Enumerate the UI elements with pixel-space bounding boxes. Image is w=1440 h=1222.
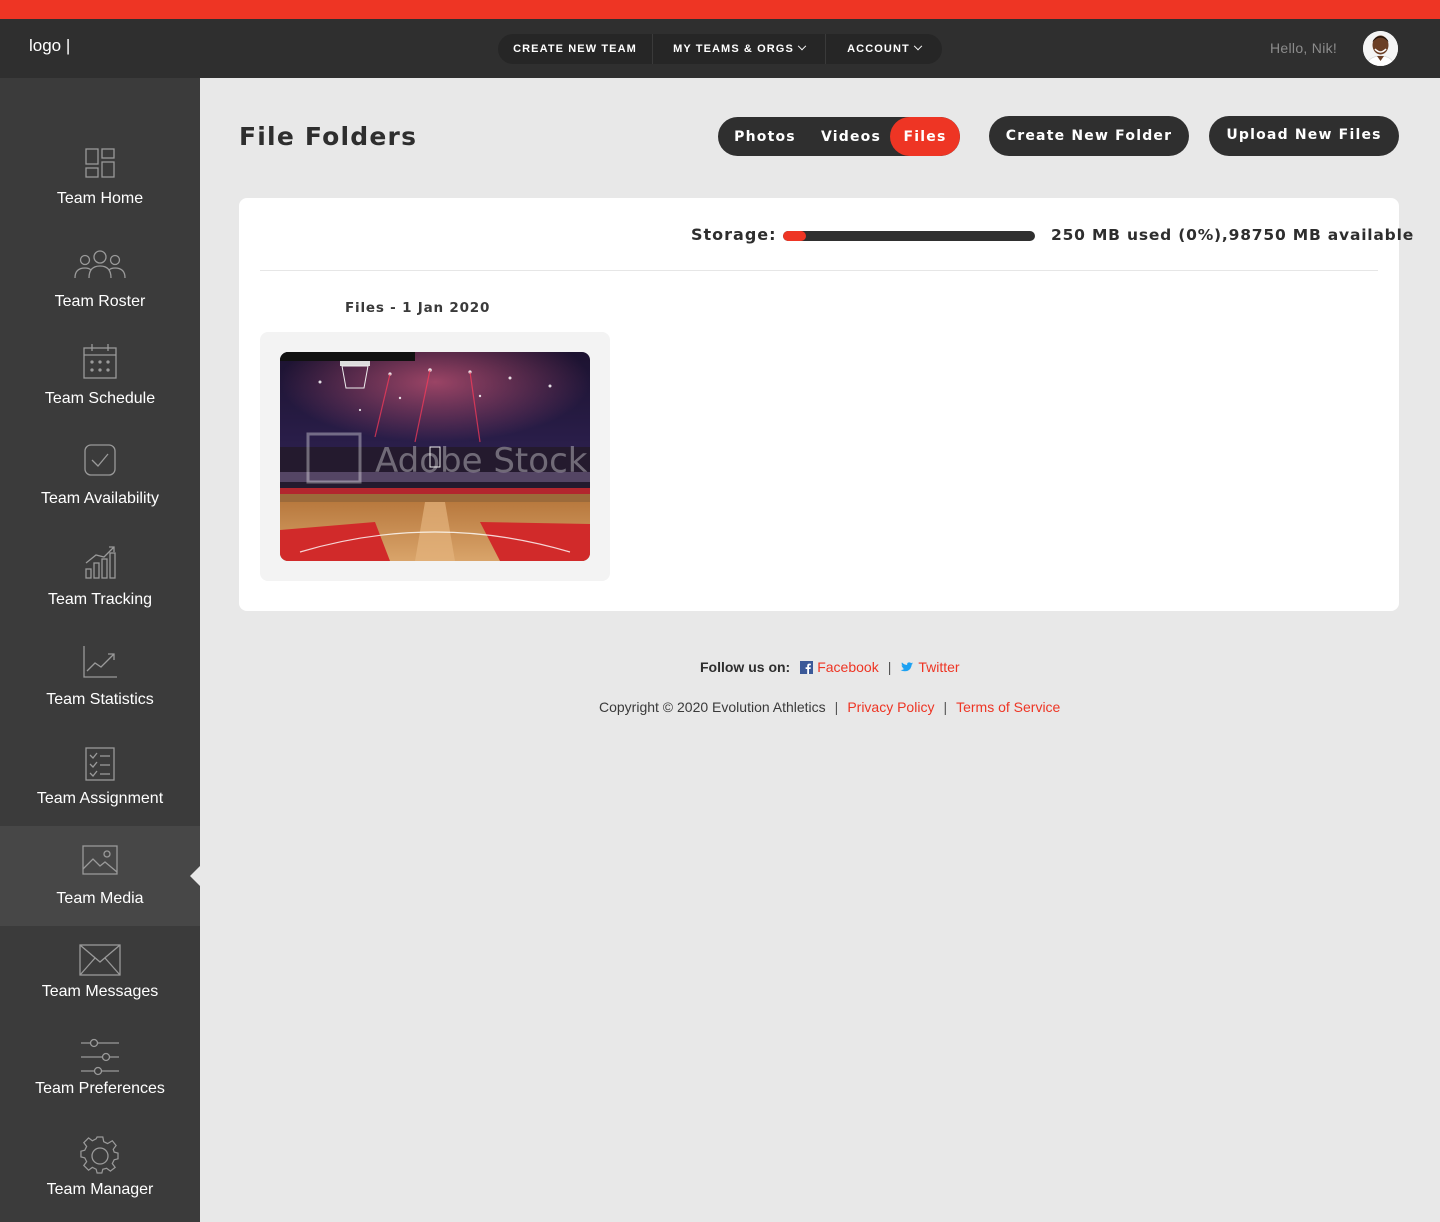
nav-create-new-team[interactable]: CREATE NEW TEAM [498, 34, 653, 64]
sidebar-item-label: Team Assignment [36, 790, 164, 807]
folder-tile[interactable]: Adobe Stock [260, 332, 610, 581]
privacy-policy-link[interactable]: Privacy Policy [847, 699, 934, 715]
nav-label: CREATE NEW TEAM [513, 43, 637, 55]
facebook-link[interactable]: Facebook [800, 659, 879, 675]
tab-files[interactable]: Files [890, 117, 960, 156]
sidebar-item-label: Team Messages [41, 983, 159, 1000]
sliders-icon [80, 1038, 120, 1080]
follow-label: Follow us on: [700, 659, 791, 675]
sidebar-item-team-preferences[interactable]: Team Preferences [0, 1024, 200, 1124]
greeting: Hello, Nik! [1270, 40, 1338, 56]
sidebar-item-team-availability[interactable]: Team Availability [0, 431, 200, 531]
copyright-line: Copyright © 2020 Evolution Athletics | P… [599, 699, 1060, 715]
logo[interactable]: logo | [29, 36, 70, 56]
separator: | [943, 699, 948, 715]
separator: | [887, 659, 892, 675]
sidebar-item-team-messages[interactable]: Team Messages [0, 926, 200, 1026]
sidebar-item-label: Team Tracking [47, 591, 153, 608]
sidebar-item-team-assignment[interactable]: Team Assignment [0, 733, 200, 833]
folder-title: Files - 1 Jan 2020 [345, 300, 491, 316]
sidebar-item-label: Team Availability [41, 490, 159, 507]
nav-label: ACCOUNT [847, 43, 910, 55]
sidebar-item-team-tracking[interactable]: Team Tracking [0, 533, 200, 633]
page-title: File Folders [239, 122, 418, 151]
folder-thumbnail[interactable]: Adobe Stock [280, 352, 590, 561]
avatar[interactable] [1363, 31, 1398, 66]
people-icon [73, 248, 127, 284]
media-type-tabs: Photos Videos Files [718, 117, 960, 156]
sidebar: Team Home Team Roster Team Schedule Team… [0, 78, 200, 1222]
active-indicator [190, 866, 200, 886]
sidebar-item-label: Team Media [56, 890, 144, 907]
storage-progress-fill [783, 231, 806, 241]
facebook-icon [800, 660, 814, 674]
top-header: logo | CREATE NEW TEAM MY TEAMS & ORGS A… [0, 19, 1440, 78]
calendar-icon [83, 343, 117, 383]
checklist-icon [85, 747, 115, 785]
sidebar-item-label: Team Roster [54, 293, 146, 310]
terms-of-service-link[interactable]: Terms of Service [956, 699, 1060, 715]
chevron-down-icon [913, 41, 923, 51]
chevron-down-icon [797, 41, 807, 51]
divider [260, 270, 1378, 271]
checkbox-icon [84, 444, 116, 480]
dashboard-icon [84, 147, 116, 183]
sidebar-item-team-home[interactable]: Team Home [0, 131, 200, 231]
storage-label: Storage: [691, 225, 777, 244]
envelope-icon [79, 944, 121, 980]
copyright-text: Copyright © 2020 Evolution Athletics [599, 699, 826, 715]
nav-account[interactable]: ACCOUNT [826, 34, 942, 64]
separator: | [834, 699, 839, 715]
sidebar-item-team-manager[interactable]: Team Manager [0, 1124, 200, 1222]
tab-videos[interactable]: Videos [812, 117, 890, 156]
twitter-icon [900, 662, 914, 672]
sidebar-item-label: Team Home [56, 190, 144, 207]
storage-usage-text: 250 MB used (0%),98750 MB available [1051, 226, 1415, 244]
sidebar-item-team-schedule[interactable]: Team Schedule [0, 331, 200, 431]
nav-label: MY TEAMS & ORGS [673, 43, 794, 55]
gear-icon [80, 1136, 120, 1180]
sidebar-item-label: Team Statistics [46, 691, 154, 708]
create-new-folder-button[interactable]: Create New Folder [989, 116, 1189, 156]
sidebar-item-label: Team Manager [46, 1181, 154, 1198]
upload-new-files-button[interactable]: Upload New Files [1209, 116, 1399, 156]
svg-text:Adobe Stock: Adobe Stock [375, 441, 588, 481]
top-accent-bar [0, 0, 1440, 19]
storage-progress-bar [783, 231, 1035, 241]
sidebar-item-team-statistics[interactable]: Team Statistics [0, 633, 200, 733]
twitter-label: Twitter [918, 659, 960, 675]
sidebar-item-team-roster[interactable]: Team Roster [0, 234, 200, 334]
files-card: Storage: 250 MB used (0%),98750 MB avail… [239, 198, 1413, 611]
bar-chart-icon [84, 545, 116, 583]
sidebar-item-label: Team Preferences [35, 1080, 165, 1097]
sidebar-item-team-media[interactable]: Team Media [0, 826, 200, 926]
image-icon [82, 845, 118, 879]
trend-line-icon [82, 645, 118, 683]
nav-my-teams-orgs[interactable]: MY TEAMS & ORGS [653, 34, 826, 64]
facebook-label: Facebook [817, 659, 879, 675]
sidebar-item-label: Team Schedule [44, 390, 156, 407]
tab-photos[interactable]: Photos [718, 117, 812, 156]
top-nav: CREATE NEW TEAM MY TEAMS & ORGS ACCOUNT [498, 34, 942, 64]
twitter-link[interactable]: Twitter [900, 659, 960, 675]
